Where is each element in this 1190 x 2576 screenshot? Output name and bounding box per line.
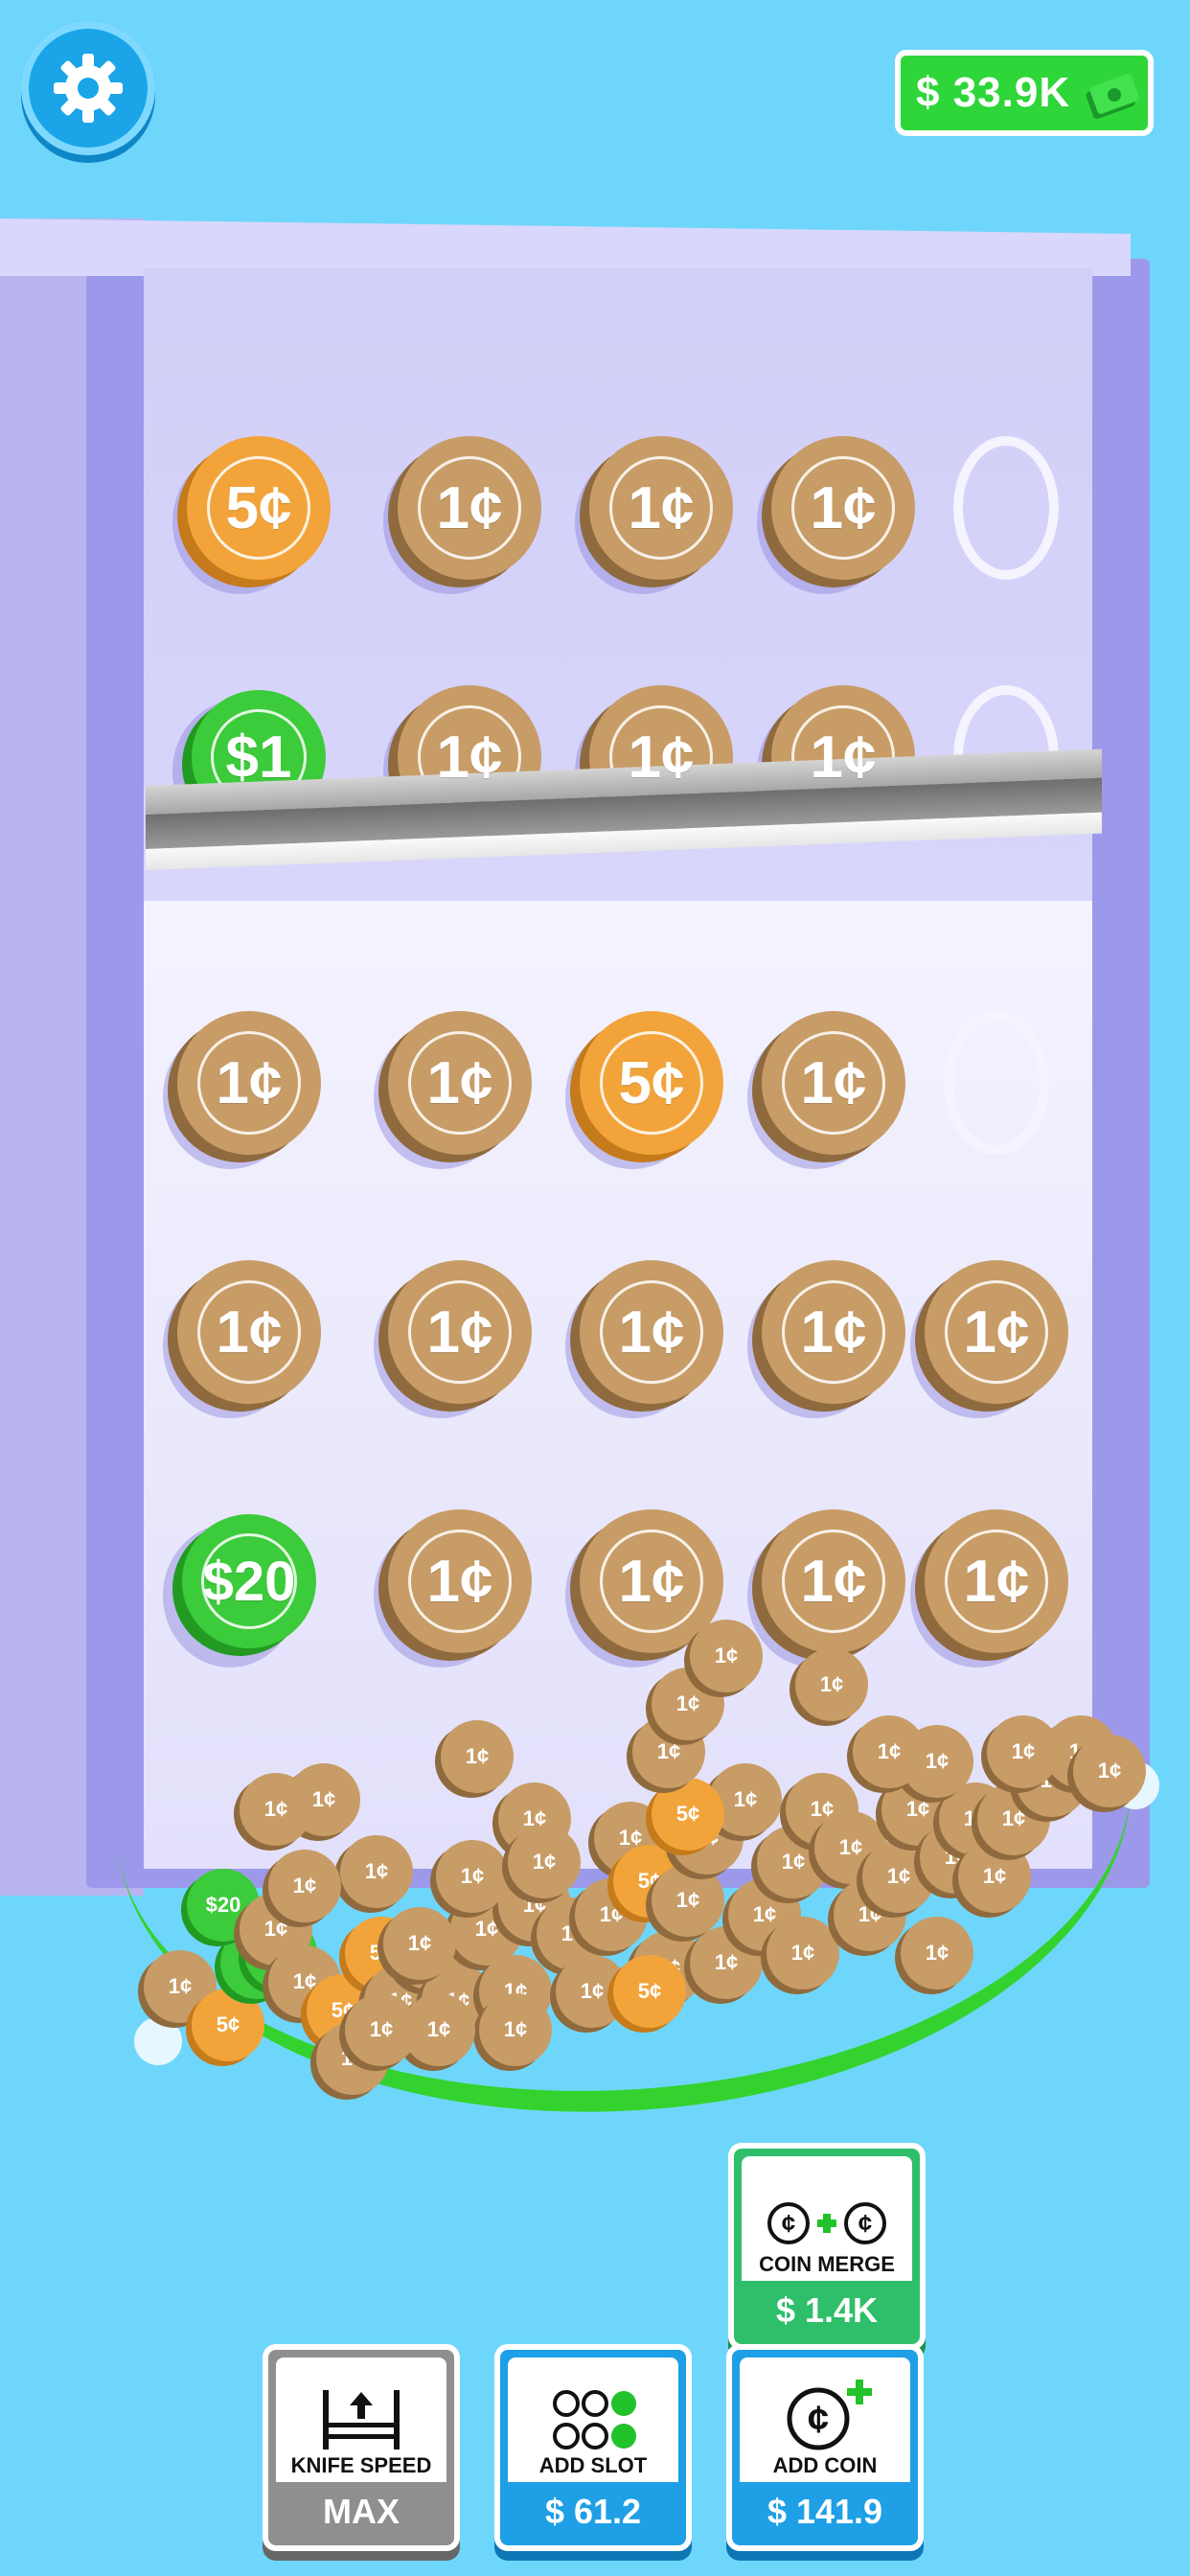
money-counter: $ 33.9K xyxy=(895,50,1154,136)
svg-text:¢: ¢ xyxy=(808,2399,829,2441)
board-coin: 1¢ xyxy=(388,1260,532,1404)
pile-coin: 5¢ xyxy=(192,1989,264,2061)
knife-speed-label: KNIFE SPEED xyxy=(290,2453,432,2477)
gear-icon xyxy=(54,54,123,123)
coin-value: 1¢ xyxy=(426,1299,493,1366)
coin-value: 5¢ xyxy=(618,1049,685,1116)
coin-value: 1¢ xyxy=(810,474,877,541)
board-top-edge xyxy=(0,218,1131,276)
coin-value: 1¢ xyxy=(426,1548,493,1615)
board-coin: 1¢ xyxy=(762,1011,905,1155)
coin-value: 1¢ xyxy=(800,1299,867,1366)
coin-merge-price: $ 1.4K xyxy=(775,2290,879,2330)
cash-stack-icon xyxy=(1086,74,1139,120)
pile-coin: 1¢ xyxy=(652,1864,724,1937)
pile-coin: 1¢ xyxy=(383,1907,456,1980)
add-slot-button[interactable]: ADD SLOT $ 61.2 xyxy=(494,2344,692,2551)
pile-coin: 1¢ xyxy=(479,1993,552,2066)
knife-speed-price: MAX xyxy=(323,2492,400,2531)
board-coin: 1¢ xyxy=(177,1260,321,1404)
coin-value: 1¢ xyxy=(618,1548,685,1615)
board-coin: 1¢ xyxy=(762,1509,905,1653)
settings-button[interactable] xyxy=(21,21,155,155)
tray-end-left xyxy=(134,2017,182,2065)
add-coin-icon: ¢ xyxy=(787,2380,872,2450)
svg-text:¢: ¢ xyxy=(782,2209,795,2238)
board-coin: 1¢ xyxy=(388,1509,532,1653)
board-coin: 1¢ xyxy=(771,436,915,580)
coin-value: 1¢ xyxy=(216,1299,283,1366)
add-coin-price: $ 141.9 xyxy=(767,2492,883,2531)
knife-speed-icon xyxy=(323,2390,400,2450)
pile-coin: 1¢ xyxy=(508,1826,581,1898)
board-coin: 5¢ xyxy=(580,1011,723,1155)
add-slot-price: $ 61.2 xyxy=(544,2492,642,2531)
coin-value: 1¢ xyxy=(800,1049,867,1116)
svg-text:¢: ¢ xyxy=(858,2209,872,2238)
pile-coin: 1¢ xyxy=(987,1715,1060,1788)
coin-value: 1¢ xyxy=(963,1548,1030,1615)
board-coin: 1¢ xyxy=(762,1260,905,1404)
coin-value: 1¢ xyxy=(628,474,695,541)
coin-value: 1¢ xyxy=(436,474,503,541)
pile-coin: 1¢ xyxy=(690,1620,763,1692)
add-coin-label: ADD COIN xyxy=(772,2453,878,2477)
empty-slot xyxy=(953,436,1059,580)
pile-coin: 1¢ xyxy=(436,1840,509,1913)
money-amount: $ 33.9K xyxy=(916,69,1071,116)
coin-value: 1¢ xyxy=(963,1299,1030,1366)
add-coin-button[interactable]: ¢ ADD COIN $ 141.9 xyxy=(726,2344,924,2551)
coin-value: 5¢ xyxy=(225,474,292,541)
pile-coin: 1¢ xyxy=(767,1917,839,1990)
board-coin: 1¢ xyxy=(398,436,541,580)
pile-coin: 1¢ xyxy=(901,1917,973,1990)
coin-value: $20 xyxy=(202,1550,296,1613)
coin-value: 1¢ xyxy=(426,1049,493,1116)
slot-dots-icon xyxy=(553,2390,636,2450)
board-coin: 1¢ xyxy=(925,1509,1068,1653)
pile-coin: 1¢ xyxy=(345,1993,418,2066)
pile-coin: 1¢ xyxy=(1073,1735,1146,1807)
coin-value: $1 xyxy=(225,724,292,791)
pile-coin: 1¢ xyxy=(795,1648,868,1721)
coin-value: 1¢ xyxy=(810,724,877,791)
board-coin: 1¢ xyxy=(589,436,733,580)
pile-coin: 1¢ xyxy=(340,1835,413,1908)
pile-coin: 1¢ xyxy=(268,1850,341,1922)
pile-coin: 1¢ xyxy=(853,1715,926,1788)
pile-coin: 1¢ xyxy=(441,1720,514,1793)
add-slot-label: ADD SLOT xyxy=(538,2453,648,2477)
coin-merge-icon: ¢ ¢ xyxy=(767,2202,886,2244)
board-coin: 5¢ xyxy=(187,436,331,580)
coin-value: 1¢ xyxy=(628,724,695,791)
board-coin: 1¢ xyxy=(177,1011,321,1155)
pile-coin: 1¢ xyxy=(240,1773,312,1846)
board-coin: 1¢ xyxy=(388,1011,532,1155)
board-coin: $20 xyxy=(182,1514,316,1648)
coin-value: 1¢ xyxy=(216,1049,283,1116)
coin-merge-label: COIN MERGE xyxy=(759,2252,895,2276)
coin-value: 1¢ xyxy=(436,724,503,791)
board-coin: 1¢ xyxy=(580,1260,723,1404)
coin-value: 1¢ xyxy=(800,1548,867,1615)
board-coin: 1¢ xyxy=(925,1260,1068,1404)
pile-coin: 5¢ xyxy=(613,1955,686,2028)
empty-slot xyxy=(944,1011,1049,1155)
coin-merge-button[interactable]: ¢ ¢ COIN MERGE $ 1.4K xyxy=(728,2143,926,2350)
pile-coin: 5¢ xyxy=(652,1778,724,1851)
coin-value: 1¢ xyxy=(618,1299,685,1366)
knife-speed-button[interactable]: KNIFE SPEED MAX xyxy=(263,2344,460,2551)
